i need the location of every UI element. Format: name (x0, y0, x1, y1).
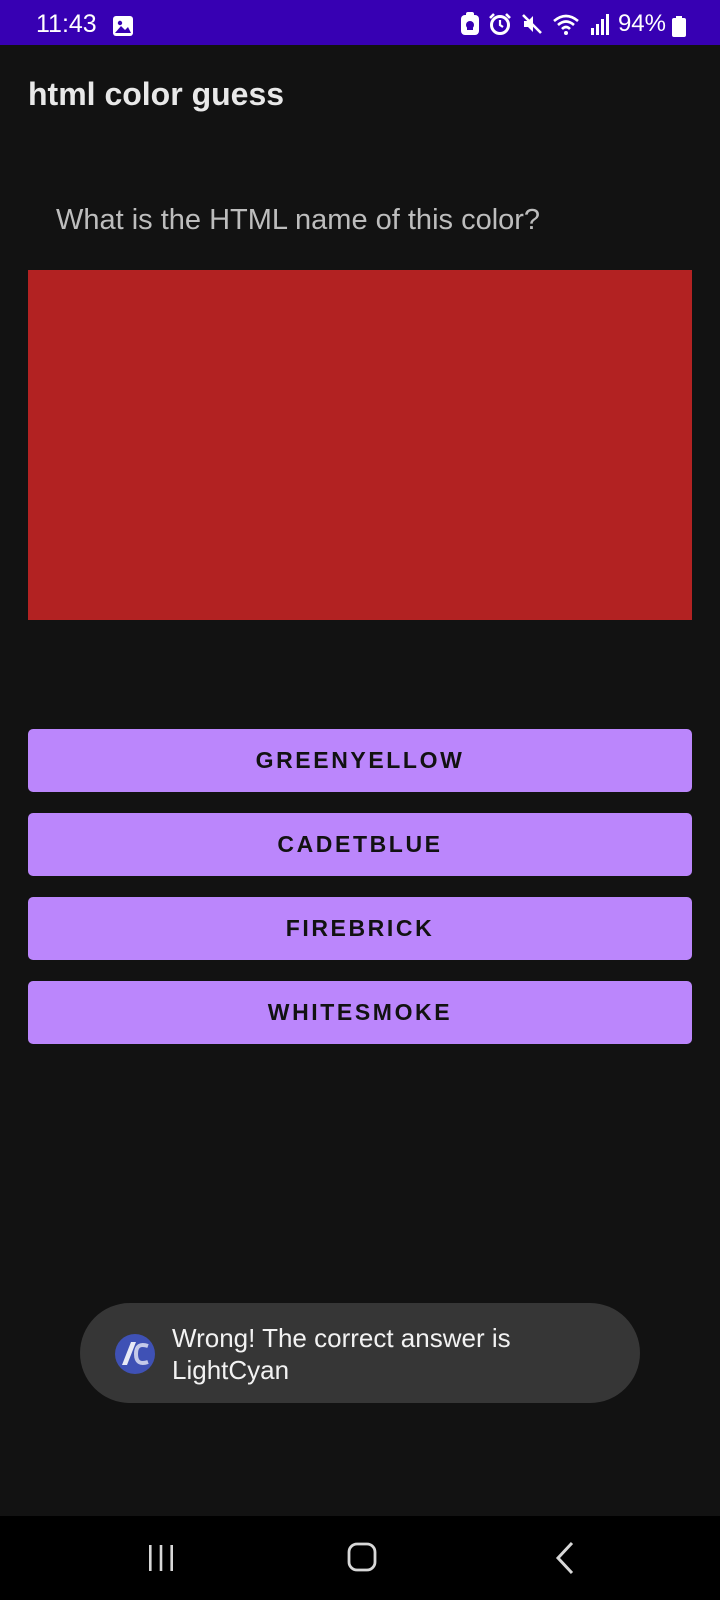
answer-button-cadetblue[interactable]: CADETBLUE (28, 813, 692, 876)
alarm-icon (489, 13, 511, 35)
mute-icon (522, 14, 542, 34)
answer-button-firebrick[interactable]: FIREBRICK (28, 897, 692, 960)
battery-icon (672, 16, 686, 37)
home-icon[interactable] (345, 1540, 379, 1574)
color-swatch (28, 270, 692, 620)
cloud-lock-icon (460, 12, 479, 35)
battery-percentage: 94% (617, 10, 666, 37)
back-icon[interactable] (552, 1540, 578, 1576)
gallery-icon (113, 16, 133, 36)
wifi-icon (553, 14, 579, 35)
recents-icon[interactable] (144, 1541, 178, 1575)
status-time: 11:43 (36, 10, 97, 38)
question-text: What is the HTML name of this color? (56, 204, 541, 236)
signal-icon (590, 14, 609, 35)
app-title: html color guess (28, 76, 285, 112)
status-icons: 94% (460, 11, 672, 37)
navigation-bar (0, 1516, 720, 1600)
toast-text: Wrong! The correct answer is LightCyan (172, 1323, 511, 1385)
answer-button-greenyellow[interactable]: GREENYELLOW (28, 729, 692, 792)
app-icon (115, 1334, 155, 1374)
toast-message: Wrong! The correct answer is LightCyan (80, 1303, 640, 1403)
status-bar: 11:43 94% (0, 0, 720, 45)
answer-button-whitesmoke[interactable]: WHITESMOKE (28, 981, 692, 1044)
